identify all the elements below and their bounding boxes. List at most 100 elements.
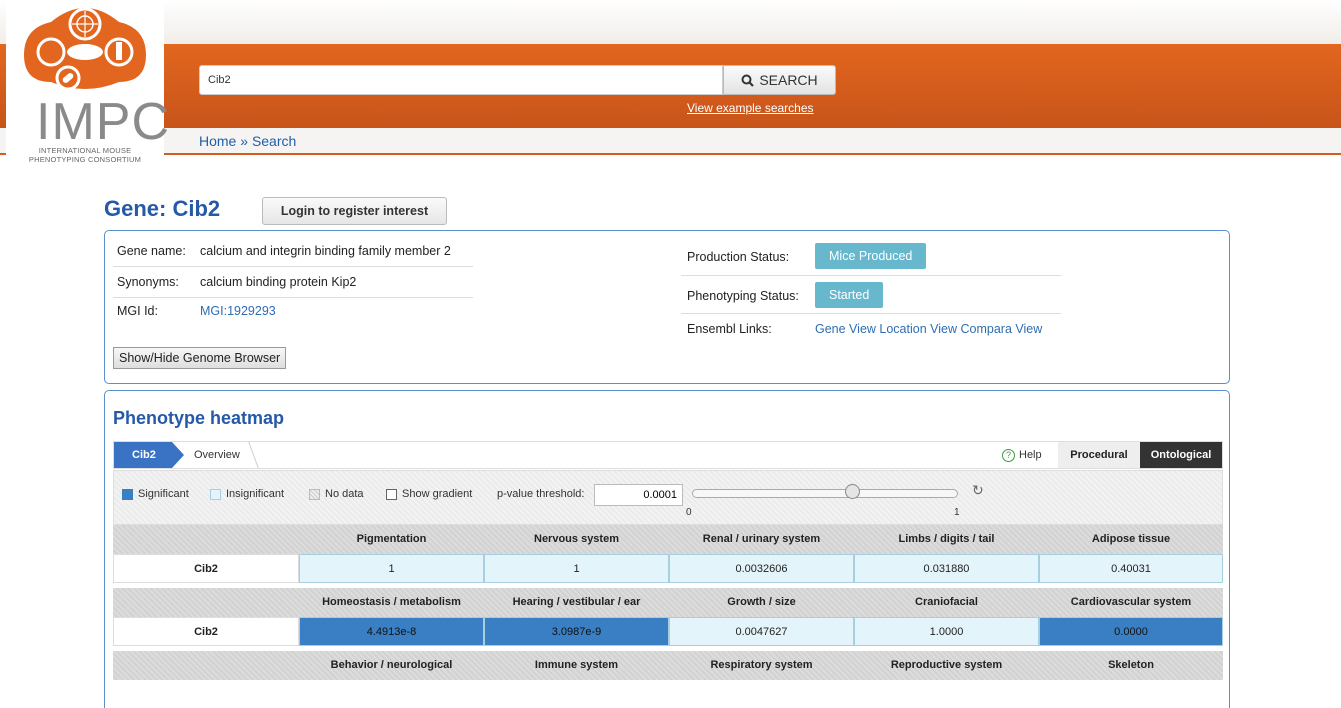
tab-procedural[interactable]: Procedural xyxy=(1058,442,1140,468)
heatmap-header-cell: Respiratory system xyxy=(710,659,813,671)
heatmap-cell[interactable]: 3.0987e-9 xyxy=(484,617,669,646)
logo-emblem-icon xyxy=(24,7,146,91)
heatmap-row-label: Cib2 xyxy=(113,617,299,646)
pvalue-slider-track[interactable] xyxy=(692,489,958,498)
heatmap-cell[interactable]: 0.031880 xyxy=(854,554,1039,583)
breadcrumb: Home » Search xyxy=(199,133,296,149)
heatmap-row-label: Cib2 xyxy=(113,554,299,583)
help-link[interactable]: ? Help xyxy=(1002,442,1042,468)
heatmap-cell[interactable]: 1 xyxy=(484,554,669,583)
legend-significant: Significant xyxy=(122,488,189,500)
significant-swatch-icon xyxy=(122,488,133,500)
show-gradient-label: Show gradient xyxy=(402,488,473,500)
heatmap-header-row: Homeostasis / metabolism Hearing / vesti… xyxy=(113,588,1223,617)
heatmap-cell[interactable]: 1 xyxy=(299,554,484,583)
ensembl-links: Gene View Location View Compara View xyxy=(815,322,1042,336)
heatmap-cell[interactable]: 1.0000 xyxy=(854,617,1039,646)
gene-info-panel: Gene name: calcium and integrin binding … xyxy=(104,230,1230,384)
heatmap-header-cell: Limbs / digits / tail xyxy=(898,533,995,545)
help-icon: ? xyxy=(1002,449,1015,462)
heatmap-tab-bar: Cib2 Overview ? Help Procedural Ontologic… xyxy=(113,441,1223,469)
ensembl-links-label: Ensembl Links: xyxy=(687,322,772,336)
ensembl-compara-view-link[interactable]: Compara View xyxy=(961,322,1043,336)
heatmap-header-cell: Immune system xyxy=(534,659,619,671)
pvalue-threshold-input[interactable] xyxy=(594,484,683,506)
slider-max-label: 1 xyxy=(954,507,960,518)
divider xyxy=(681,313,1061,314)
logo-subtitle: INTERNATIONAL MOUSE PHENOTYPING CONSORTI… xyxy=(28,146,142,164)
heatmap-header-cell: Reproductive system xyxy=(890,659,1003,671)
phenotype-heatmap-panel: Phenotype heatmap Cib2 Overview ? Help Pr… xyxy=(104,390,1230,708)
legend-significant-label: Significant xyxy=(138,488,189,500)
search-icon xyxy=(741,74,755,87)
tab-cib2[interactable]: Cib2 xyxy=(114,442,184,468)
example-searches-link[interactable]: View example searches xyxy=(687,101,814,115)
tab-ontological[interactable]: Ontological xyxy=(1140,442,1222,468)
reset-icon[interactable]: ↻ xyxy=(972,482,984,499)
help-label: Help xyxy=(1019,449,1042,461)
heatmap-header-cell: Adipose tissue xyxy=(1091,533,1171,545)
synonyms-label: Synonyms: xyxy=(117,275,179,289)
gene-name-label: Gene name: xyxy=(117,244,186,258)
legend-insignificant-label: Insignificant xyxy=(226,488,285,500)
insignificant-swatch-icon xyxy=(210,488,221,500)
logo-text: IMPC xyxy=(36,93,170,151)
page-title: Gene: Cib2 xyxy=(104,196,221,221)
heatmap-header-cell: Pigmentation xyxy=(356,533,427,545)
heatmap-header-row: Behavior / neurological Immune system Re… xyxy=(113,651,1223,680)
impc-logo[interactable]: IMPC INTERNATIONAL MOUSE PHENOTYPING CON… xyxy=(6,0,169,172)
no-data-swatch-icon xyxy=(309,488,320,500)
show-gradient-checkbox[interactable] xyxy=(386,488,397,500)
heatmap-cell[interactable]: 0.0000 xyxy=(1039,617,1223,646)
heatmap-cell[interactable]: 0.0047627 xyxy=(669,617,854,646)
gene-name-value: calcium and integrin binding family memb… xyxy=(200,244,451,258)
legend-no-data-label: No data xyxy=(325,488,364,500)
heatmap-header-cell: Homeostasis / metabolism xyxy=(322,596,461,608)
production-status-label: Production Status: xyxy=(687,250,790,264)
heatmap-cell[interactable]: 0.40031 xyxy=(1039,554,1223,583)
heatmap-cell[interactable]: 4.4913e-8 xyxy=(299,617,484,646)
legend-insignificant: Insignificant xyxy=(210,488,284,500)
breadcrumb-search[interactable]: Search xyxy=(252,133,296,149)
heatmap-header-cell: Renal / urinary system xyxy=(702,533,821,545)
pvalue-threshold-text: p-value threshold: xyxy=(497,488,585,500)
pvalue-slider-handle[interactable] xyxy=(845,484,860,499)
ensembl-gene-view-link[interactable]: Gene View xyxy=(815,322,876,336)
pvalue-threshold-label: p-value threshold: xyxy=(497,488,584,500)
heatmap-title: Phenotype heatmap xyxy=(113,408,285,428)
legend-no-data: No data xyxy=(309,488,364,500)
mgi-id-label: MGI Id: xyxy=(117,304,158,318)
heatmap-legend: Significant Insignificant No data Show g… xyxy=(113,470,1223,525)
breadcrumb-home[interactable]: Home xyxy=(199,133,236,149)
heatmap-header-cell: Cardiovascular system xyxy=(1070,596,1192,608)
heatmap-header-cell: Craniofacial xyxy=(915,596,978,608)
heatmap-header-cell: Growth / size xyxy=(727,596,796,608)
phenotyping-status-label: Phenotyping Status: xyxy=(687,289,799,303)
ensembl-location-view-link[interactable]: Location View xyxy=(879,322,957,336)
synonyms-value: calcium binding protein Kip2 xyxy=(200,275,357,289)
search-button[interactable]: SEARCH xyxy=(723,65,836,95)
heatmap-header-cell: Skeleton xyxy=(1108,659,1154,671)
production-status-badge: Mice Produced xyxy=(815,243,927,269)
top-bar xyxy=(0,0,1341,44)
divider xyxy=(681,275,1061,276)
tab-overview[interactable]: Overview xyxy=(184,442,254,468)
mgi-id-link[interactable]: MGI:1929293 xyxy=(200,304,276,318)
heatmap-header-cell: Hearing / vestibular / ear xyxy=(512,596,641,608)
heatmap-data-row: Cib2 1 1 0.0032606 0.031880 0.40031 xyxy=(113,554,1223,583)
phenotyping-status-badge: Started xyxy=(815,282,884,308)
search-button-label: SEARCH xyxy=(759,72,818,88)
show-gradient-option[interactable]: Show gradient xyxy=(386,488,472,500)
heatmap-header-row: Pigmentation Nervous system Renal / urin… xyxy=(113,525,1223,554)
heatmap-header-cell: Behavior / neurological xyxy=(330,659,453,671)
login-register-interest-button[interactable]: Login to register interest xyxy=(262,197,447,225)
divider xyxy=(113,266,473,267)
heatmap-cell[interactable]: 0.0032606 xyxy=(669,554,854,583)
divider xyxy=(113,297,473,298)
heatmap-data-row: Cib2 4.4913e-8 3.0987e-9 0.0047627 1.000… xyxy=(113,617,1223,646)
heatmap-header-cell: Nervous system xyxy=(534,533,619,545)
slider-min-label: 0 xyxy=(686,507,692,518)
search-input[interactable] xyxy=(199,65,723,95)
genome-browser-toggle-button[interactable]: Show/Hide Genome Browser xyxy=(113,347,287,369)
breadcrumb-separator: » xyxy=(240,133,249,149)
